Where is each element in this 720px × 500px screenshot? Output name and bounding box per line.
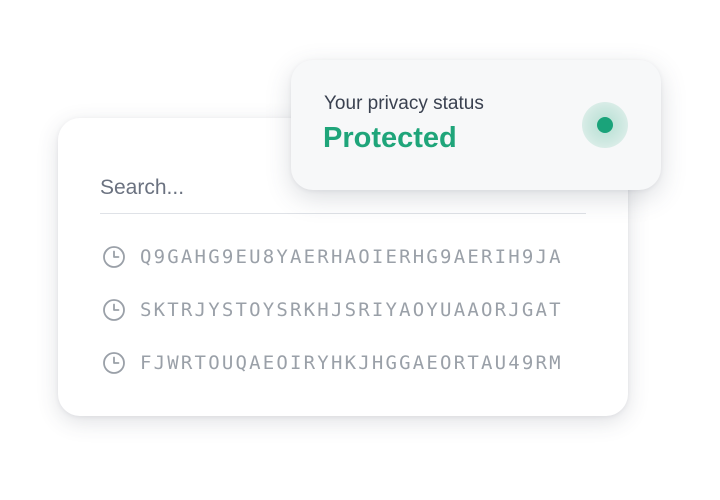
history-item[interactable]: Q9GAHG9EU8YAERHAOIERHG9AERIH9JA: [102, 230, 592, 283]
clock-icon: [103, 351, 125, 374]
history-item[interactable]: SKTRJYSTOYSRKHJSRIYAOYUAAORJGAT: [102, 283, 592, 336]
status-indicator-icon: [582, 102, 628, 148]
history-item-text: Q9GAHG9EU8YAERHAOIERHG9AERIH9JA: [140, 245, 563, 268]
history-item-text: SKTRJYSTOYSRKHJSRIYAOYUAAORJGAT: [140, 298, 563, 321]
history-item[interactable]: FJWRTOUQAEOIRYHKJHGGAEORTAU49RM: [102, 336, 592, 389]
clock-icon: [103, 298, 125, 321]
stage: Q9GAHG9EU8YAERHAOIERHG9AERIH9JA SKTRJYST…: [0, 0, 720, 500]
history-list: Q9GAHG9EU8YAERHAOIERHG9AERIH9JA SKTRJYST…: [102, 230, 592, 389]
history-item-text: FJWRTOUQAEOIRYHKJHGGAEORTAU49RM: [140, 351, 563, 374]
clock-icon: [103, 245, 125, 268]
privacy-status-value: Protected: [323, 122, 457, 154]
status-dot-icon: [597, 117, 613, 133]
privacy-status-card: Your privacy status Protected: [291, 60, 661, 190]
privacy-status-caption: Your privacy status: [324, 93, 484, 114]
